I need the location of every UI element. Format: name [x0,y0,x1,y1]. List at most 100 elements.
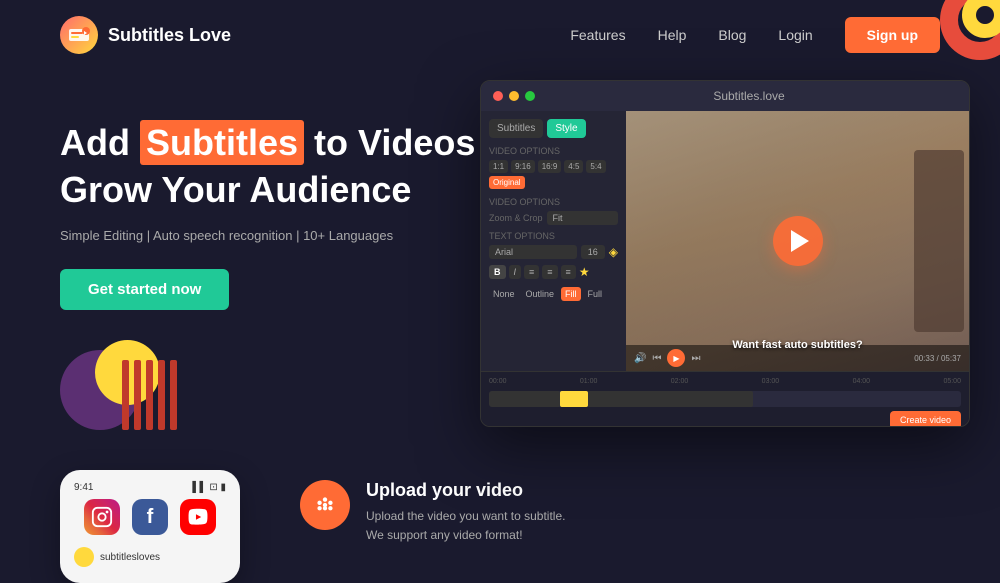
app-titlebar: Subtitles.love [481,81,969,111]
timeline-track[interactable] [489,391,961,407]
upload-desc-line2: We support any video format! [366,526,565,545]
create-video-label: Create video [900,415,951,425]
video-placeholder: Want fast auto subtitles? [626,111,969,371]
hero-title-pre: Add [60,122,140,163]
timeline-segment-3 [753,391,847,407]
timeline-segment-2 [588,391,753,407]
ar-16-9[interactable]: 16:9 [538,160,562,173]
timeline-segment-active [560,391,588,407]
ar-5-4[interactable]: 5:4 [586,160,605,173]
video-options-label: Video options [489,146,618,156]
ar-1-1[interactable]: 1:1 [489,160,508,173]
upload-section: Upload your video Upload the video you w… [300,470,565,583]
text-options-label: Text Options [489,231,618,241]
font-size[interactable]: 16 [581,245,605,259]
get-started-button[interactable]: Get started now [60,269,229,310]
timeline-segment-1 [489,391,560,407]
align-right-button[interactable]: ≡ [561,265,576,279]
app-sidebar: Subtitles Style Video options 1:1 9:16 1… [481,111,626,371]
phone-time: 9:41 [74,482,93,493]
skip-forward-icon[interactable]: ⏭ [691,353,700,364]
app-body: Subtitles Style Video options 1:1 9:16 1… [481,111,969,371]
app-window: Subtitles.love Subtitles Style Video opt… [480,80,970,427]
ar-9-16[interactable]: 9:16 [511,160,535,173]
upload-icon [312,492,338,518]
hero-title-post: to Videos [304,122,475,163]
hero-highlight: Subtitles [140,120,304,165]
facebook-icon[interactable]: f [132,499,168,535]
ruler-0: 00:00 [489,378,507,385]
text-format-buttons: B I ≡ ≡ ≡ ★ [489,265,618,279]
video-time: 00:33 / 05:37 [914,354,961,363]
fit-control[interactable]: Fit [547,211,618,225]
camera-shape [914,150,964,332]
phone-user: subtitlesloves [70,543,230,571]
titlebar-dot-red [493,91,503,101]
create-video-button[interactable]: Create video [890,411,961,427]
deco-left-shapes [60,340,480,440]
hero-title: Add Subtitles to Videos Grow Your Audien… [60,120,480,214]
font-name[interactable]: Arial [489,245,577,259]
zoom-crop-label: Zoom & Crop [489,213,543,223]
video-subtitle-text: Want fast auto subtitles? [732,339,862,351]
titlebar-dot-yellow [509,91,519,101]
style-none[interactable]: None [489,287,519,301]
nav-features[interactable]: Features [570,27,625,43]
nav-help[interactable]: Help [658,27,687,43]
video-play-button[interactable] [773,216,823,266]
play-pause-button[interactable]: ▶ [667,349,685,367]
logo-area: Subtitles Love [60,16,231,54]
phone-shell: 9:41 ▌▌ ⊡ ▮ f [60,470,240,583]
nav: Features Help Blog Login Sign up [570,17,940,53]
ar-4-5[interactable]: 4:5 [564,160,583,173]
ruler-5: 05:00 [943,378,961,385]
phone-mockup: 9:41 ▌▌ ⊡ ▮ f [60,470,260,583]
align-center-button[interactable]: ≡ [542,265,557,279]
tab-subtitles[interactable]: Subtitles [489,119,543,138]
header: Subtitles Love Features Help Blog Login … [0,0,1000,70]
instagram-icon[interactable] [84,499,120,535]
style-outline[interactable]: Outline [522,287,559,301]
phone-username: subtitlesloves [100,552,160,563]
video-options2-label: Video Options [489,197,618,207]
deco-stripes [122,360,177,430]
ar-original[interactable]: Original [489,176,525,189]
ruler-2: 02:00 [671,378,689,385]
skip-back-icon[interactable]: ⏮ [652,353,661,364]
signup-button[interactable]: Sign up [845,17,940,53]
style-color-icon: ★ [579,265,590,279]
align-left-button[interactable]: ≡ [524,265,539,279]
phone-signal: ▌▌ ⊡ ▮ [192,482,226,493]
color-picker-icon[interactable]: ◈ [609,245,618,259]
hero-subtitle: Simple Editing | Auto speech recognition… [60,226,480,246]
logo-icon [60,16,98,54]
aspect-ratios: 1:1 9:16 16:9 4:5 5:4 Original [489,160,618,189]
app-screenshot-area: Subtitles.love Subtitles Style Video opt… [480,80,970,440]
nav-login[interactable]: Login [778,27,812,43]
nav-blog[interactable]: Blog [718,27,746,43]
hero-title-line2: Grow Your Audience [60,169,411,210]
phone-avatar [74,547,94,567]
ruler-3: 03:00 [762,378,780,385]
upload-icon-area [300,480,350,530]
timeline-footer: Create video [489,407,961,427]
logo-text: Subtitles Love [108,25,231,46]
sidebar-tabs: Subtitles Style [489,119,618,138]
font-controls: Arial 16 ◈ [489,245,618,259]
ruler-4: 04:00 [853,378,871,385]
upload-desc-line1: Upload the video you want to subtitle. [366,507,565,526]
youtube-icon[interactable] [180,499,216,535]
style-full[interactable]: Full [584,287,607,301]
app-timeline: 00:00 01:00 02:00 03:00 04:00 05:00 Crea… [481,371,969,426]
tab-style[interactable]: Style [547,119,585,138]
phone-statusbar: 9:41 ▌▌ ⊡ ▮ [70,482,230,499]
volume-icon[interactable]: 🔊 [634,353,646,364]
zoom-crop-row: Zoom & Crop Fit [489,211,618,225]
timeline-ruler: 00:00 01:00 02:00 03:00 04:00 05:00 [489,376,961,387]
style-fill[interactable]: Fill [561,287,581,301]
bold-button[interactable]: B [489,265,506,279]
upload-text-area: Upload your video Upload the video you w… [366,480,565,583]
ruler-1: 01:00 [580,378,598,385]
italic-button[interactable]: I [509,265,522,279]
app-video-area: Want fast auto subtitles? 🔊 ⏮ ▶ ⏭ 00:33 … [626,111,969,371]
